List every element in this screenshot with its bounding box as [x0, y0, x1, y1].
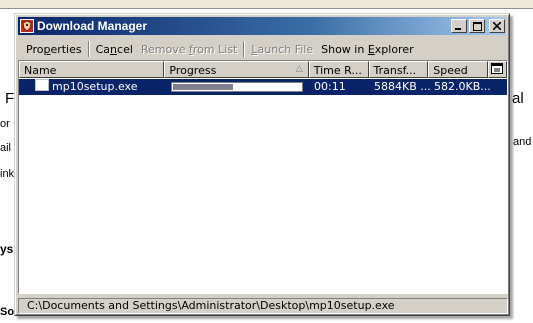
file-icon: [35, 79, 49, 91]
cancel-button[interactable]: Cancel: [92, 43, 137, 56]
maximize-icon: [472, 21, 482, 31]
minimize-button[interactable]: [451, 19, 467, 33]
column-header-name[interactable]: Name: [19, 61, 165, 78]
launch-file-button[interactable]: Launch File: [247, 43, 317, 56]
remove-from-list-button[interactable]: Remove from List: [137, 43, 241, 56]
download-manager-icon: [20, 19, 34, 33]
status-bar: C:\Documents and Settings\Administrator\…: [18, 298, 508, 314]
column-header-transferred[interactable]: Transf...: [368, 61, 429, 78]
download-progress-fill: [173, 84, 234, 90]
download-manager-window[interactable]: Download Manager Properties Cancel Remov…: [14, 13, 510, 316]
column-headers: Name Progress △ Time R... Transf... Spee…: [19, 61, 507, 78]
background-text: al: [512, 90, 524, 107]
column-header-speed[interactable]: Speed: [428, 61, 489, 78]
downloads-list[interactable]: Name Progress △ Time R... Transf... Spee…: [18, 60, 508, 294]
title-bar[interactable]: Download Manager: [18, 17, 506, 35]
maximize-button[interactable]: [469, 19, 485, 33]
column-header-time-remaining[interactable]: Time R...: [308, 61, 369, 78]
column-header-progress[interactable]: Progress △: [164, 61, 309, 78]
sort-ascending-icon: △: [295, 64, 303, 74]
toolbar: Properties Cancel Remove from List Launc…: [18, 38, 506, 60]
cell-transferred: 5884KB ...: [374, 80, 430, 93]
column-header-label: Progress: [169, 64, 217, 77]
background-text: ink: [0, 168, 15, 180]
toolbar-separator: [243, 41, 246, 57]
download-progress-bar: [171, 82, 303, 92]
table-row[interactable]: mp10setup.exe 00:11 5884KB ... 582.0KB..…: [19, 79, 507, 95]
background-text: or: [0, 118, 10, 130]
background-text: ys: [0, 242, 14, 256]
minimize-icon: [455, 28, 461, 30]
cell-speed: 582.0KB...: [434, 80, 490, 93]
background-text: and: [513, 136, 532, 148]
properties-button[interactable]: Properties: [22, 43, 86, 56]
cell-time-remaining: 00:11: [314, 80, 346, 93]
close-button[interactable]: [489, 19, 505, 33]
close-icon: [493, 22, 501, 30]
window-title: Download Manager: [37, 19, 148, 33]
show-in-explorer-button[interactable]: Show in Explorer: [317, 43, 418, 56]
background-text: F: [5, 90, 15, 107]
column-picker-button[interactable]: [488, 61, 507, 78]
column-picker-icon: [491, 63, 504, 74]
cell-progress: [165, 79, 310, 95]
toolbar-separator: [87, 41, 90, 57]
background-text: ail: [0, 142, 12, 154]
background-page-edge: [0, 0, 533, 9]
cell-name: mp10setup.exe: [19, 79, 165, 95]
file-name: mp10setup.exe: [52, 80, 138, 93]
